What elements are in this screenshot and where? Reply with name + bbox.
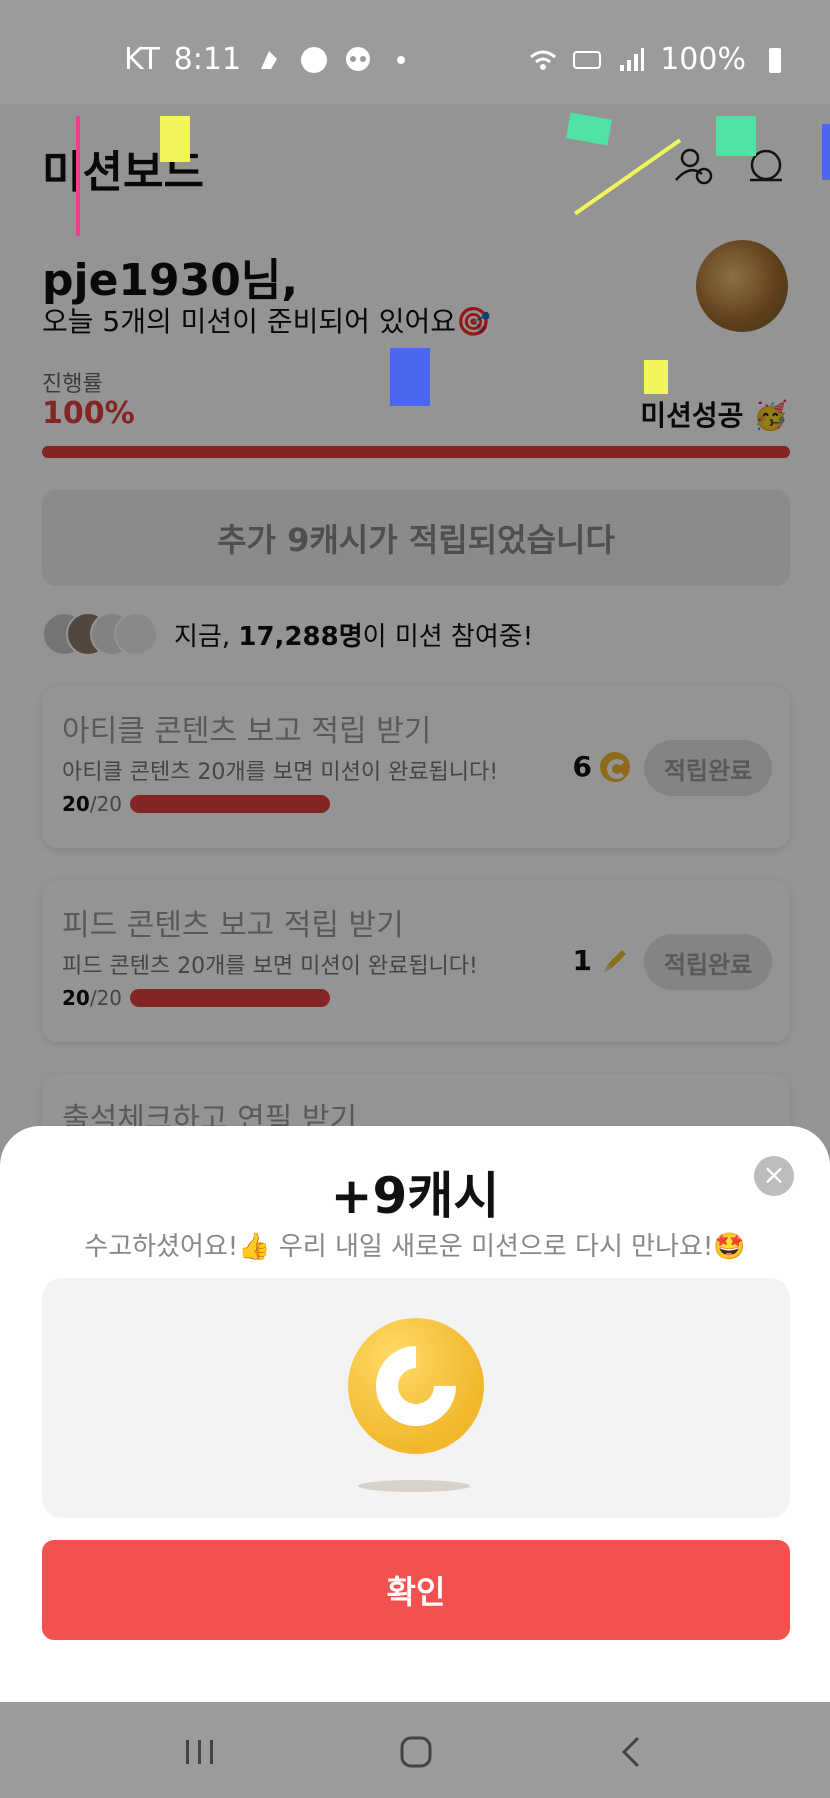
battery-percent: 100% [660, 42, 746, 77]
wifi-icon [530, 50, 557, 70]
more-notifications-dot [397, 55, 406, 64]
status-left: KT 8:11 [124, 42, 406, 77]
confetti-piece [822, 124, 830, 180]
coin-shadow [358, 1480, 470, 1492]
reward-sheet: × +9캐시 수고하셨어요!👍 우리 내일 새로운 미션으로 다시 만나요!🤩 … [0, 1126, 830, 1702]
reward-subtitle: 수고하셨어요!👍 우리 내일 새로운 미션으로 다시 만나요!🤩 [84, 1232, 746, 1262]
confetti-piece [390, 348, 430, 406]
confetti-piece [160, 116, 190, 162]
confetti-piece [644, 360, 668, 394]
back-icon[interactable] [612, 1732, 652, 1772]
skull-icon [346, 46, 371, 71]
reward-title: +9캐시 [330, 1167, 500, 1225]
confetti-piece [716, 116, 756, 156]
lock-app-icon [301, 46, 328, 73]
confetti-piece [76, 116, 80, 236]
recent-apps-icon[interactable] [180, 1732, 220, 1772]
confirm-button[interactable]: 확인 [42, 1540, 790, 1640]
clock: 8:11 [173, 42, 242, 77]
battery-icon [769, 47, 781, 73]
home-icon[interactable] [396, 1732, 436, 1772]
status-right: 100% [528, 42, 790, 77]
carrier-label: KT [124, 42, 160, 77]
coin-icon [348, 1318, 484, 1454]
signal-icon [620, 47, 645, 71]
hd-icon [573, 50, 602, 69]
coin-illustration [42, 1278, 790, 1518]
status-bar: KT 8:11 100% [0, 0, 830, 104]
notification-icon [261, 50, 278, 69]
system-nav-bar [0, 1702, 830, 1798]
